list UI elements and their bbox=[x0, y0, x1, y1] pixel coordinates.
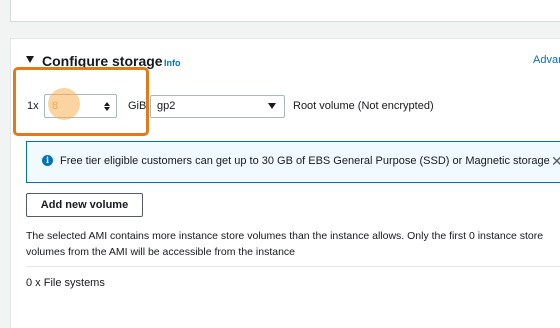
chevron-down-icon[interactable] bbox=[268, 103, 276, 109]
info-icon: i bbox=[42, 155, 53, 166]
divider bbox=[26, 266, 560, 267]
root-volume-label: Root volume (Not encrypted) bbox=[293, 100, 434, 112]
highlight-box bbox=[13, 67, 149, 136]
info-link[interactable]: Info bbox=[164, 58, 181, 68]
volume-type-value[interactable]: gp2 bbox=[157, 100, 175, 112]
advanced-link[interactable]: Advanced bbox=[533, 54, 560, 66]
collapse-caret-icon[interactable] bbox=[26, 56, 34, 63]
previous-section-panel bbox=[10, 0, 560, 22]
alert-text: Free tier eligible customers can get up … bbox=[60, 155, 550, 167]
file-systems-label: 0 x File systems bbox=[26, 277, 105, 289]
close-icon[interactable]: ✕ bbox=[551, 153, 560, 170]
add-new-volume-button[interactable]: Add new volume bbox=[26, 193, 143, 217]
instance-store-notice: The selected AMI contains more instance … bbox=[26, 230, 544, 258]
